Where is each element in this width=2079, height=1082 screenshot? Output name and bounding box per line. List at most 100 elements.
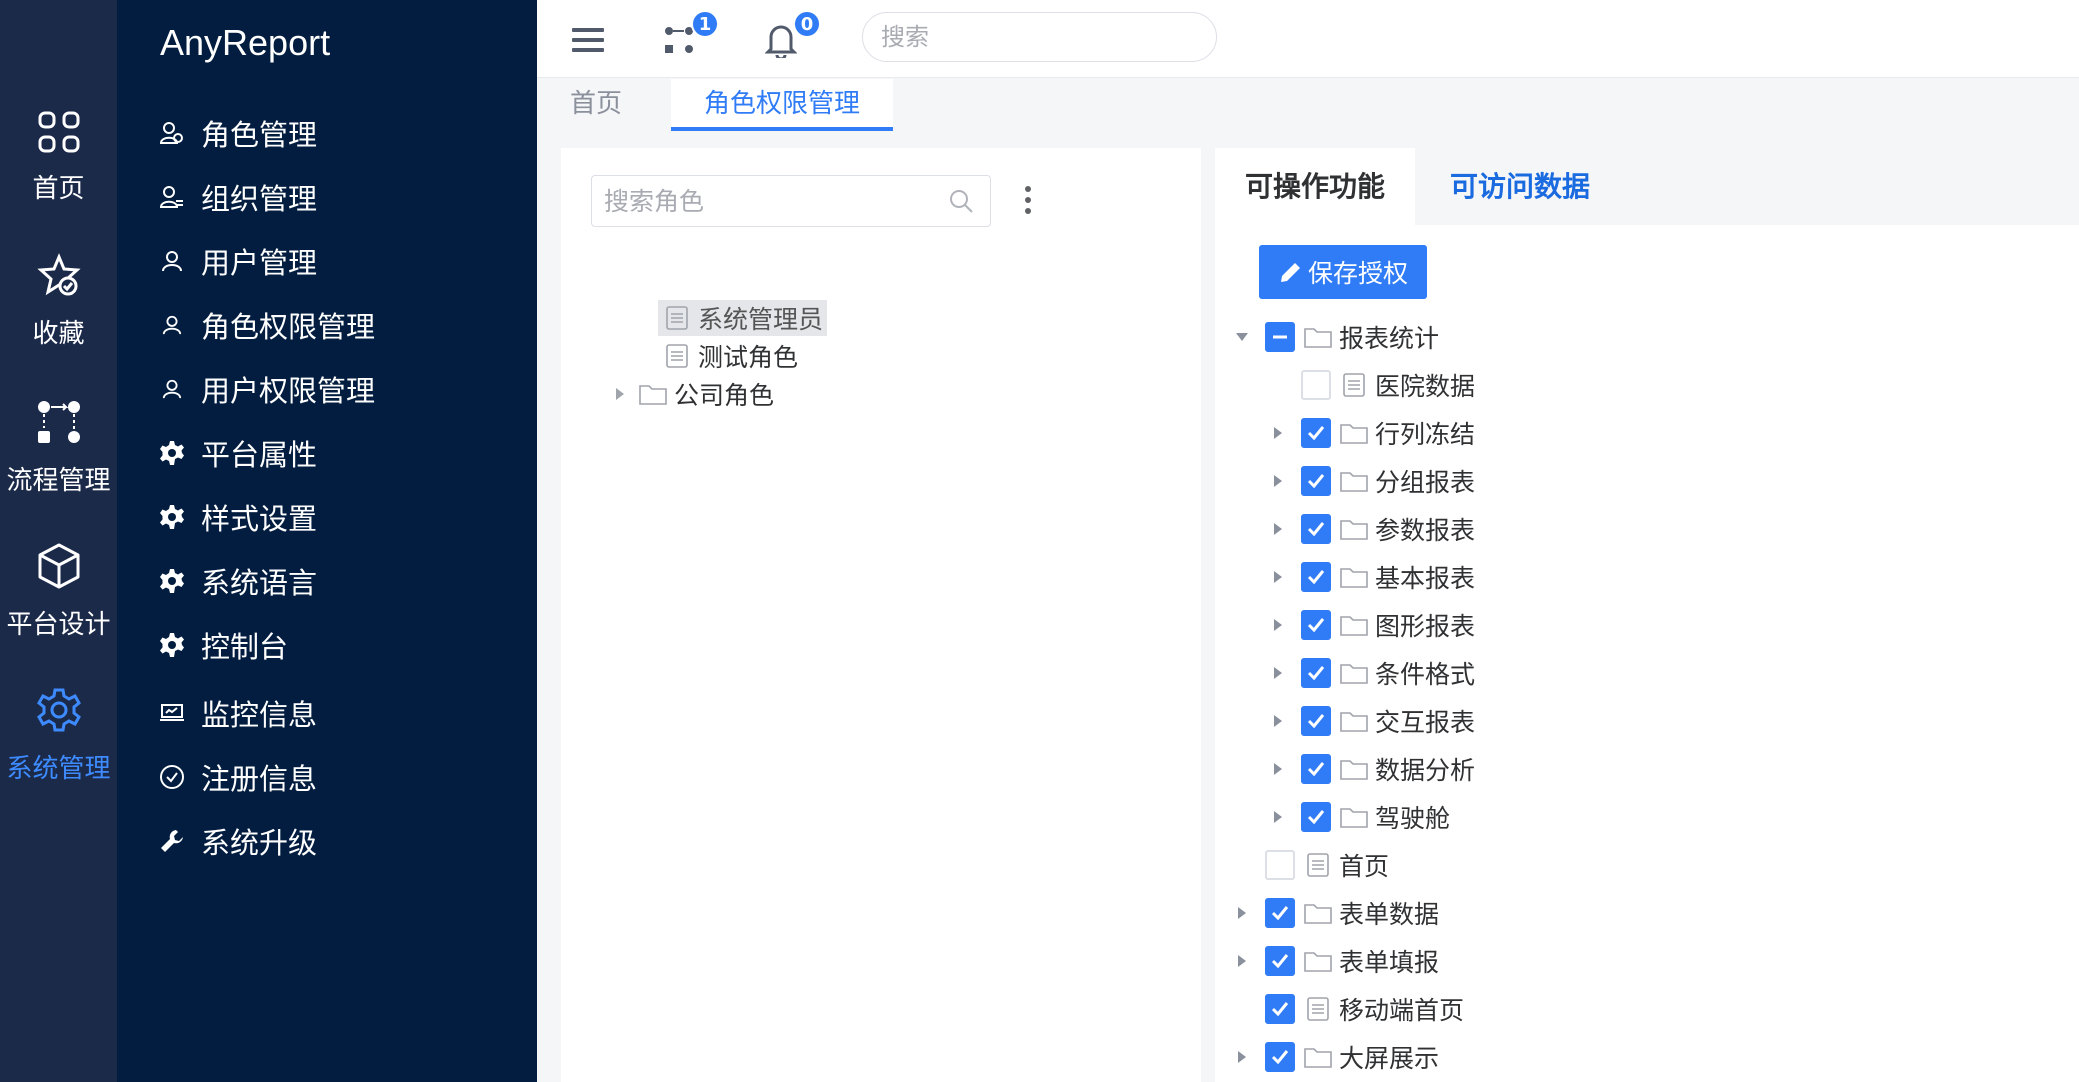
permission-tree-item[interactable]: 行列冻结 [1265, 413, 1475, 453]
permission-tree-item[interactable]: 表单填报 [1229, 941, 1439, 981]
flow-tasks-button[interactable]: 1 [657, 10, 719, 62]
permission-tree-item[interactable]: 大屏展示 [1229, 1037, 1439, 1077]
permission-checkbox[interactable] [1301, 802, 1331, 832]
rail-item-home[interactable]: 首页 [0, 110, 117, 250]
folder-icon [1303, 322, 1333, 352]
tab-home[interactable]: 首页 [537, 79, 655, 131]
permission-tree-item[interactable]: 数据分析 [1265, 749, 1475, 789]
permission-tree-item[interactable]: 基本报表 [1265, 557, 1475, 597]
tab-operable-functions[interactable]: 可操作功能 [1215, 148, 1416, 225]
permission-checkbox[interactable] [1265, 994, 1295, 1024]
more-options-icon[interactable] [1018, 186, 1038, 226]
permission-checkbox[interactable] [1265, 946, 1295, 976]
rail-item-system-manage[interactable]: 系统管理 [0, 686, 117, 826]
permission-checkbox[interactable] [1265, 898, 1295, 928]
tab-role-perm-manage[interactable]: 角色权限管理 [671, 79, 894, 131]
role-search-input[interactable] [592, 176, 932, 226]
permission-tree-item[interactable]: 表单数据 [1229, 893, 1439, 933]
menu-item-user-perm-manage[interactable]: 用户权限管理 [157, 364, 375, 414]
folder-icon [1339, 514, 1369, 544]
permission-tree-item[interactable]: 移动端首页 [1229, 989, 1464, 1029]
cube-icon [38, 543, 79, 589]
caret-right-icon[interactable] [1265, 565, 1291, 589]
cog-icon [157, 566, 187, 596]
folder-icon [638, 379, 668, 409]
file-icon [1303, 850, 1333, 880]
menu-item-role-manage[interactable]: 角色管理 [157, 108, 317, 158]
permission-tree-item[interactable]: 图形报表 [1265, 605, 1475, 645]
permission-tree-item[interactable]: 交互报表 [1265, 701, 1475, 741]
permission-tree-item[interactable]: 报表统计 [1229, 317, 1439, 357]
permission-tree-item[interactable]: 分组报表 [1265, 461, 1475, 501]
permission-tree-item[interactable]: 驾驶舱 [1265, 797, 1450, 837]
tab-accessible-data[interactable]: 可访问数据 [1420, 148, 1620, 225]
caret-right-icon[interactable] [1265, 613, 1291, 637]
caret-right-icon[interactable] [1265, 421, 1291, 445]
caret-right-icon[interactable] [1265, 709, 1291, 733]
role-tree-item[interactable]: 测试角色 [634, 338, 798, 374]
menu-item-system-language[interactable]: 系统语言 [157, 556, 317, 606]
caret-down-icon[interactable] [1229, 325, 1255, 349]
folder-icon [1339, 754, 1369, 784]
menu-item-style-settings[interactable]: 样式设置 [157, 492, 317, 542]
permission-tree-item[interactable]: 首页 [1229, 845, 1389, 885]
caret-right-icon[interactable] [1265, 661, 1291, 685]
menu-item-platform-props[interactable]: 平台属性 [157, 428, 317, 478]
menu-item-org-manage[interactable]: 组织管理 [157, 172, 317, 222]
notifications-button[interactable]: 0 [759, 10, 821, 62]
caret-right-icon[interactable] [1229, 949, 1255, 973]
permission-checkbox[interactable] [1301, 370, 1331, 400]
gear-icon [36, 688, 81, 732]
rail-item-favorites[interactable]: 收藏 [0, 253, 117, 393]
rail-label: 收藏 [32, 319, 85, 349]
rail-item-flow[interactable]: 流程管理 [0, 398, 117, 538]
caret-right-icon[interactable] [608, 382, 632, 406]
file-icon [1303, 994, 1333, 1024]
role-tree-item[interactable]: 系统管理员 [634, 300, 828, 336]
caret-right-icon[interactable] [1265, 757, 1291, 781]
permission-checkbox[interactable] [1265, 322, 1295, 352]
menu-item-system-upgrade[interactable]: 系统升级 [157, 816, 317, 866]
permission-checkbox[interactable] [1301, 514, 1331, 544]
save-authorization-button[interactable]: 保存授权 [1259, 245, 1427, 299]
caret-right-icon[interactable] [1229, 1045, 1255, 1069]
permission-checkbox[interactable] [1301, 706, 1331, 736]
permission-tree-item[interactable]: 医院数据 [1265, 365, 1475, 405]
role-search-box [591, 175, 991, 227]
permission-checkbox[interactable] [1265, 850, 1295, 880]
rail-item-platform-design[interactable]: 平台设计 [0, 542, 117, 682]
caret-right-icon[interactable] [1265, 469, 1291, 493]
permission-checkbox[interactable] [1265, 1042, 1295, 1072]
role-tree-item[interactable]: 公司角色 [601, 376, 774, 412]
search-icon[interactable] [948, 188, 974, 214]
permission-checkbox[interactable] [1301, 562, 1331, 592]
top-bar: 1 0 [537, 0, 2079, 78]
permission-checkbox[interactable] [1301, 754, 1331, 784]
menu-item-label: 用户管理 [201, 246, 318, 280]
folder-icon [1339, 610, 1369, 640]
permission-tree-item[interactable]: 条件格式 [1265, 653, 1475, 693]
permission-checkbox[interactable] [1301, 466, 1331, 496]
permission-label: 表单数据 [1339, 900, 1440, 929]
menu-item-console[interactable]: 控制台 [157, 620, 288, 670]
permission-checkbox[interactable] [1301, 658, 1331, 688]
menu-item-label: 监控信息 [201, 698, 318, 732]
file-icon [662, 341, 692, 371]
menu-toggle-button[interactable] [566, 18, 610, 62]
permission-checkbox[interactable] [1301, 610, 1331, 640]
folder-icon [1303, 946, 1333, 976]
menu-item-register-info[interactable]: 注册信息 [157, 752, 317, 802]
permission-checkbox[interactable] [1301, 418, 1331, 448]
caret-right-icon[interactable] [1265, 517, 1291, 541]
rail-label: 平台设计 [6, 610, 111, 640]
menu-item-label: 角色权限管理 [201, 310, 376, 344]
user-perm-icon [157, 374, 187, 404]
menu-item-monitor-info[interactable]: 监控信息 [157, 688, 317, 738]
caret-right-icon[interactable] [1265, 805, 1291, 829]
menu-item-role-perm-manage[interactable]: 角色权限管理 [157, 300, 375, 350]
bell-icon [765, 25, 797, 58]
menu-item-user-manage[interactable]: 用户管理 [157, 236, 317, 286]
caret-right-icon[interactable] [1229, 901, 1255, 925]
permission-tree-item[interactable]: 参数报表 [1265, 509, 1475, 549]
top-search-input[interactable] [862, 12, 1217, 62]
